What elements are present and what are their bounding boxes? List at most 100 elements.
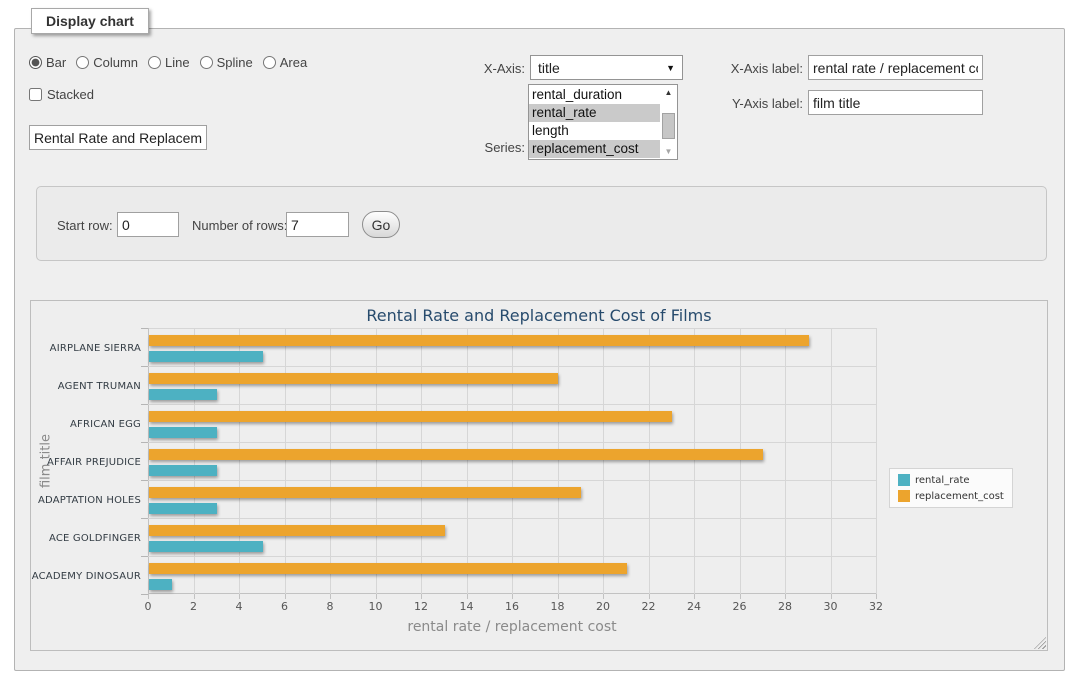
x-axis-tick-label: 18: [540, 600, 576, 613]
x-axis-tick: [740, 594, 741, 599]
series-option-replacement_cost[interactable]: replacement_cost: [529, 140, 660, 158]
bar-rental_rate: [149, 351, 263, 362]
bar-replacement_cost: [149, 525, 445, 536]
number-of-rows-input[interactable]: [286, 212, 349, 237]
gridline: [831, 328, 832, 594]
chart-type-option-area: Area: [263, 55, 307, 70]
start-row-label: Start row:: [57, 218, 113, 233]
bar-rental_rate: [149, 503, 217, 514]
category-separator: [148, 480, 876, 481]
x-axis-tick-label: 12: [403, 600, 439, 613]
series-option-length[interactable]: length: [529, 122, 660, 140]
legend-label: replacement_cost: [915, 491, 1004, 502]
x-axis-tick-label: 16: [494, 600, 530, 613]
x-axis-tick-label: 4: [221, 600, 257, 613]
x-axis-select-label: X-Axis:: [430, 61, 525, 76]
category-label: AFRICAN EGG: [31, 419, 141, 430]
chart-container: Rental Rate and Replacement Cost of Film…: [30, 300, 1048, 651]
legend-item-rental_rate[interactable]: rental_rate: [898, 474, 1004, 486]
x-axis-tick: [330, 594, 331, 599]
dropdown-arrow-icon: ▼: [666, 63, 675, 73]
rows-panel: [36, 186, 1047, 261]
x-axis-tick: [285, 594, 286, 599]
y-axis-tick: [141, 518, 148, 519]
x-axis-tick-label: 10: [358, 600, 394, 613]
x-axis-label-input[interactable]: [808, 55, 983, 80]
series-multiselect[interactable]: rental_durationrental_ratelengthreplacem…: [528, 84, 678, 160]
chart-title: Rental Rate and Replacement Cost of Film…: [31, 306, 1047, 325]
stacked-row: Stacked: [29, 87, 94, 102]
gridline: [330, 328, 331, 594]
gridline: [194, 328, 195, 594]
x-axis-tick-label: 22: [631, 600, 667, 613]
chart-type-radio-area[interactable]: [263, 56, 276, 69]
bar-replacement_cost: [149, 373, 558, 384]
chart-type-option-column: Column: [76, 55, 138, 70]
series-option-rental_rate[interactable]: rental_rate: [529, 104, 660, 122]
category-separator: [148, 442, 876, 443]
x-axis-tick-label: 28: [767, 600, 803, 613]
page: Display chart BarColumnLineSplineArea St…: [0, 0, 1081, 681]
number-of-rows-label: Number of rows:: [192, 218, 287, 233]
legend-item-replacement_cost[interactable]: replacement_cost: [898, 490, 1004, 502]
x-axis-tick: [467, 594, 468, 599]
chart-type-radio-column[interactable]: [76, 56, 89, 69]
panel-title: Display chart: [31, 8, 149, 34]
chart-type-radio-spline[interactable]: [200, 56, 213, 69]
gridline: [694, 328, 695, 594]
x-axis-tick-label: 24: [676, 600, 712, 613]
x-axis-tick-label: 20: [585, 600, 621, 613]
scrollbar[interactable]: ▲ ▼: [660, 85, 677, 159]
category-label: ACE GOLDFINGER: [31, 533, 141, 544]
plot-area: [148, 328, 876, 594]
x-axis-tick: [876, 594, 877, 599]
category-label: AGENT TRUMAN: [31, 381, 141, 392]
scroll-up-icon[interactable]: ▲: [660, 85, 677, 100]
category-label: ACADEMY DINOSAUR: [31, 571, 141, 582]
y-axis-tick: [141, 480, 148, 481]
resize-handle-icon[interactable]: [1034, 637, 1046, 649]
gridline: [376, 328, 377, 594]
y-axis-tick: [141, 366, 148, 367]
series-options: rental_durationrental_ratelengthreplacem…: [529, 85, 660, 159]
scrollbar-thumb[interactable]: [662, 113, 675, 139]
y-axis-tick: [141, 328, 148, 329]
y-axis-tick: [141, 594, 148, 595]
gridline: [740, 328, 741, 594]
x-axis-tick: [785, 594, 786, 599]
x-axis-tick: [376, 594, 377, 599]
x-axis-tick: [421, 594, 422, 599]
start-row-input[interactable]: [117, 212, 179, 237]
gridline: [558, 328, 559, 594]
category-separator: [148, 518, 876, 519]
chart-x-axis-title: rental rate / replacement cost: [148, 619, 876, 635]
chart-type-radio-line[interactable]: [148, 56, 161, 69]
x-axis-tick: [148, 594, 149, 599]
gridline: [603, 328, 604, 594]
x-axis-tick: [649, 594, 650, 599]
gridline: [285, 328, 286, 594]
y-axis-line: [148, 328, 149, 594]
x-axis-tick: [239, 594, 240, 599]
go-button[interactable]: Go: [362, 211, 400, 238]
chart-type-label-line: Line: [165, 55, 190, 70]
y-axis-label-label: Y-Axis label:: [706, 96, 803, 111]
x-axis-select[interactable]: title ▼: [530, 55, 683, 80]
chart-type-radio-bar[interactable]: [29, 56, 42, 69]
x-axis-tick-label: 32: [858, 600, 894, 613]
bar-replacement_cost: [149, 563, 627, 574]
category-label: AFFAIR PREJUDICE: [31, 457, 141, 468]
chart-title-input[interactable]: [29, 125, 207, 150]
y-axis-tick: [141, 404, 148, 405]
series-option-rental_duration[interactable]: rental_duration: [529, 86, 660, 104]
bar-replacement_cost: [149, 449, 763, 460]
stacked-label: Stacked: [47, 87, 94, 102]
chart-type-label-bar: Bar: [46, 55, 66, 70]
y-axis-label-input[interactable]: [808, 90, 983, 115]
bar-rental_rate: [149, 427, 217, 438]
bar-replacement_cost: [149, 487, 581, 498]
category-separator: [148, 366, 876, 367]
gridline: [785, 328, 786, 594]
scroll-down-icon[interactable]: ▼: [660, 144, 677, 159]
stacked-checkbox[interactable]: [29, 88, 42, 101]
